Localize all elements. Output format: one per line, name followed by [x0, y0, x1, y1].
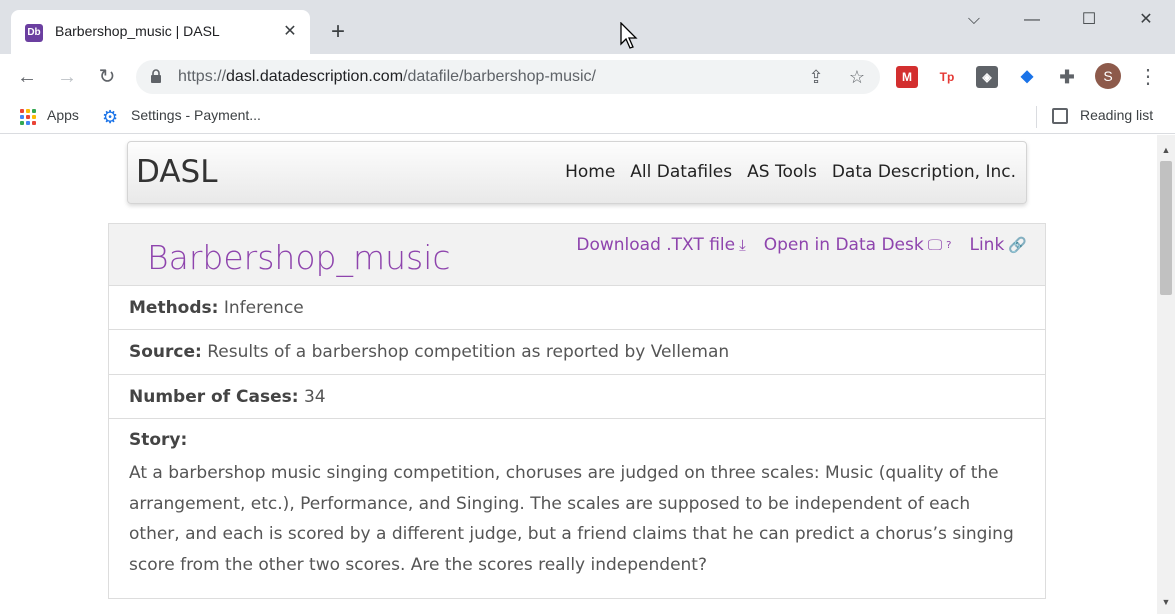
tp-extension-icon[interactable]: Tp	[936, 66, 958, 88]
source-value: Results of a barbershop competition as r…	[207, 342, 730, 362]
help-superscript[interactable]: ?	[946, 240, 951, 251]
open-label: Open in Data Desk	[763, 235, 924, 255]
methods-value: Inference	[223, 298, 304, 318]
nav-home[interactable]: Home	[565, 162, 615, 182]
link-label: Link	[969, 235, 1005, 255]
bookmarks-divider	[1036, 106, 1037, 128]
extensions-puzzle-icon[interactable]: ✚	[1056, 66, 1078, 88]
datafile-header: Barbershop_music Download .TXT file ⤓ Op…	[109, 224, 1045, 286]
desktop-monitor-icon: 🖵	[927, 236, 943, 254]
menu-kebab-icon[interactable]: ⋮	[1138, 64, 1158, 90]
address-bar[interactable]: https://dasl.datadescription.com/datafil…	[136, 60, 880, 94]
apps-bookmark[interactable]: Apps	[47, 107, 79, 123]
cases-label: Number of Cases:	[129, 387, 299, 407]
settings-payment-bookmark[interactable]: Settings - Payment...	[131, 107, 261, 123]
mouse-pointer-icon	[620, 22, 638, 49]
source-row: Source: Results of a barbershop competit…	[109, 330, 1045, 375]
bookmarks-bar: Apps ⚙ Settings - Payment... Reading lis…	[0, 100, 1175, 134]
reading-list-icon[interactable]	[1052, 108, 1068, 124]
download-label: Download .TXT file	[576, 235, 736, 255]
site-navbar: DASL Home All Datafiles AS Tools Data De…	[127, 141, 1027, 204]
scroll-up-arrow-icon[interactable]: ▲	[1161, 145, 1171, 155]
share-icon[interactable]: ⇪	[806, 67, 826, 87]
reading-list-button[interactable]: Reading list	[1080, 107, 1153, 123]
page-scrollbar[interactable]: ▲ ▼	[1157, 135, 1175, 614]
mendeley-extension-icon[interactable]: M	[896, 66, 918, 88]
minimize-icon[interactable]: —	[1020, 8, 1044, 32]
story-text: At a barbershop music singing competitio…	[129, 463, 1014, 575]
download-txt-link[interactable]: Download .TXT file ⤓	[576, 235, 745, 255]
page-viewport: DASL Home All Datafiles AS Tools Data De…	[0, 135, 1157, 614]
browser-toolbar: ← → ↻ https://dasl.datadescription.com/d…	[0, 54, 1175, 100]
url-text: https://dasl.datadescription.com/datafil…	[178, 68, 596, 85]
scroll-thumb[interactable]	[1160, 161, 1172, 295]
cases-value: 34	[303, 387, 326, 407]
tab-close-icon[interactable]: ✕	[281, 23, 299, 41]
browser-tab[interactable]: Db Barbershop_music | DASL ✕	[11, 10, 310, 54]
chain-link-icon: 🔗	[1008, 236, 1027, 254]
methods-row: Methods: Inference	[109, 286, 1045, 330]
scroll-down-arrow-icon[interactable]: ▼	[1161, 597, 1171, 607]
site-nav-links: Home All Datafiles AS Tools Data Descrip…	[565, 162, 1016, 182]
site-brand[interactable]: DASL	[136, 154, 217, 190]
datafile-panel: Barbershop_music Download .TXT file ⤓ Op…	[108, 223, 1046, 599]
graduation-cap-extension-icon[interactable]: ◆	[1016, 66, 1038, 88]
dataset-title: Barbershop_music	[147, 238, 451, 277]
reload-icon[interactable]: ↻	[94, 64, 120, 90]
bookmark-star-icon[interactable]: ☆	[847, 67, 867, 87]
profile-avatar[interactable]: S	[1095, 63, 1121, 89]
lock-icon	[151, 69, 161, 83]
nav-data-description[interactable]: Data Description, Inc.	[832, 162, 1016, 182]
cases-row: Number of Cases: 34	[109, 375, 1045, 419]
tab-search-chevron-icon[interactable]: ⌵	[962, 8, 986, 32]
maximize-icon[interactable]: ☐	[1077, 8, 1101, 32]
source-label: Source:	[129, 342, 202, 362]
gear-icon: ⚙	[102, 107, 119, 127]
download-icon: ⤓	[739, 236, 746, 254]
new-tab-icon[interactable]: +	[326, 20, 350, 44]
permalink-link[interactable]: Link 🔗	[969, 235, 1027, 255]
story-section: Story: At a barbershop music singing com…	[109, 419, 1045, 580]
tab-title: Barbershop_music | DASL	[55, 23, 220, 39]
nav-all-datafiles[interactable]: All Datafiles	[630, 162, 732, 182]
open-data-desk-link[interactable]: Open in Data Desk 🖵?	[764, 235, 952, 255]
dasl-favicon-icon: Db	[25, 24, 43, 42]
back-arrow-icon[interactable]: ←	[14, 64, 40, 90]
tab-strip: Db Barbershop_music | DASL ✕ + ⌵ — ☐ ✕	[0, 0, 1175, 54]
close-window-icon[interactable]: ✕	[1134, 8, 1158, 32]
dataset-actions: Download .TXT file ⤓ Open in Data Desk 🖵…	[576, 235, 1027, 255]
methods-label: Methods:	[129, 298, 219, 318]
apps-grid-icon[interactable]	[20, 109, 36, 125]
forward-arrow-icon[interactable]: →	[54, 64, 80, 90]
nav-as-tools[interactable]: AS Tools	[747, 162, 817, 182]
story-label: Story:	[129, 430, 188, 450]
shield-extension-icon[interactable]: ◈	[976, 66, 998, 88]
